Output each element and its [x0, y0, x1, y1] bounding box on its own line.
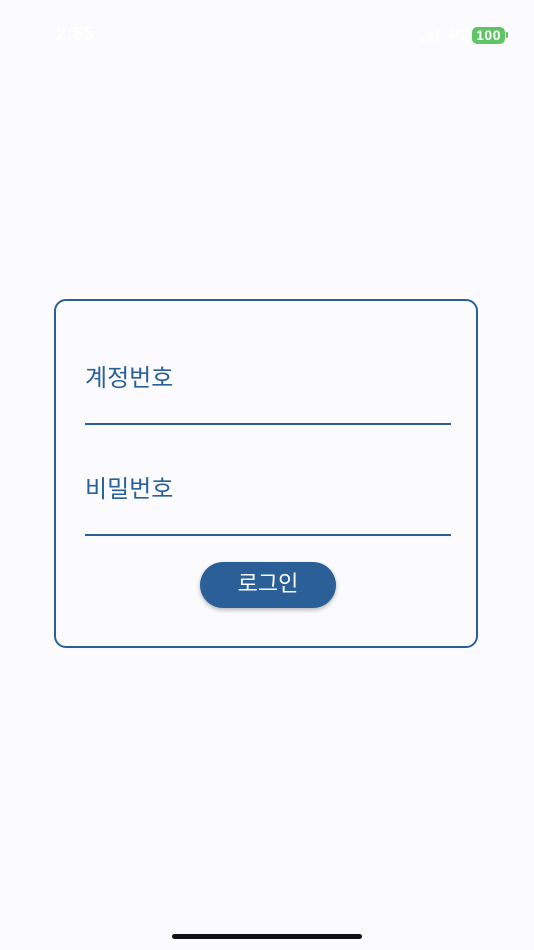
account-field: 계정번호	[85, 361, 451, 425]
login-card: 계정번호 비밀번호 로그인	[54, 299, 478, 648]
status-bar: 2:55 4G 100	[0, 0, 534, 60]
home-indicator[interactable]	[172, 934, 362, 939]
account-label: 계정번호	[85, 364, 174, 392]
signal-icon	[421, 28, 441, 42]
password-field: 비밀번호	[85, 472, 451, 536]
status-indicators: 4G 100	[421, 25, 508, 45]
account-underline	[85, 423, 451, 425]
password-underline	[85, 534, 451, 536]
password-label: 비밀번호	[85, 475, 174, 503]
network-type: 4G	[447, 27, 467, 43]
status-time: 2:55	[56, 24, 95, 45]
login-button[interactable]: 로그인	[200, 562, 336, 608]
account-input[interactable]	[85, 395, 451, 423]
password-input[interactable]	[85, 506, 451, 534]
battery-cap	[506, 32, 508, 38]
battery-icon: 100	[472, 26, 508, 44]
battery-level: 100	[472, 26, 505, 44]
